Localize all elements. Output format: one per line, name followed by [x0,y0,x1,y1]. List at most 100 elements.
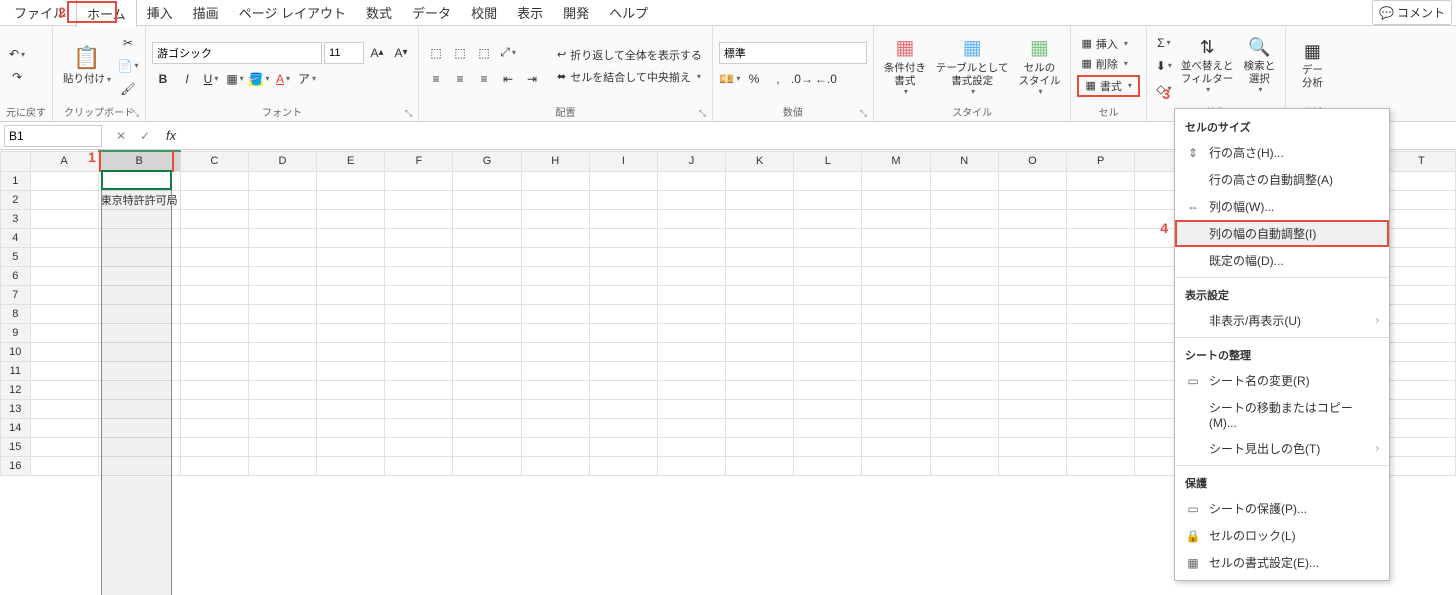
row-height-item[interactable]: ⇕行の高さ(H)... [1175,139,1389,166]
rename-sheet-item[interactable]: ▭シート名の変更(R) [1175,367,1389,394]
merge-center-button[interactable]: ⬌セルを結合して中央揃え [553,68,706,86]
italic-button[interactable]: I [176,68,198,90]
menu-insert[interactable]: 挿入 [137,0,183,26]
menu-review[interactable]: 校閲 [461,0,507,26]
col-f[interactable]: F [385,151,453,171]
col-c[interactable]: C [180,151,248,171]
row-6[interactable]: 6 [1,266,31,285]
delete-cells-button[interactable]: ▦削除 [1077,55,1139,73]
col-o[interactable]: O [998,151,1066,171]
col-d[interactable]: D [248,151,316,171]
increase-font-button[interactable]: A▴ [366,42,388,64]
select-all-corner[interactable] [1,151,31,171]
percent-button[interactable]: % [743,68,765,90]
align-bottom-button[interactable]: ⬚ [473,42,495,64]
col-g[interactable]: G [453,151,521,171]
row-5[interactable]: 5 [1,247,31,266]
col-n[interactable]: N [930,151,998,171]
row-13[interactable]: 13 [1,399,31,418]
menu-home[interactable]: ホーム [76,0,137,27]
row-15[interactable]: 15 [1,437,31,456]
row-4[interactable]: 4 [1,228,31,247]
autofit-col-item[interactable]: 列の幅の自動調整(I) [1175,220,1389,247]
fill-button[interactable]: ⬇ [1153,55,1175,77]
row-11[interactable]: 11 [1,361,31,380]
row-12[interactable]: 12 [1,380,31,399]
align-center-button[interactable]: ≡ [449,68,471,90]
format-painter-button[interactable]: 🖌 [117,78,139,100]
row-10[interactable]: 10 [1,342,31,361]
border-button[interactable]: ▦ [224,68,246,90]
lock-cell-item[interactable]: 🔒セルのロック(L) [1175,522,1389,549]
font-size-input[interactable] [324,42,364,64]
row-2[interactable]: 2 [1,190,31,209]
row-1[interactable]: 1 [1,171,31,190]
cell-b2[interactable]: 東京特許許可局 [98,190,180,209]
undo-button[interactable]: ↶ [6,43,28,65]
fx-icon[interactable]: fx [160,128,182,143]
copy-button[interactable]: 📄 [117,55,139,77]
row-16[interactable]: 16 [1,456,31,475]
redo-button[interactable]: ↷ [6,66,28,88]
align-launcher-icon[interactable]: ⤡ [699,108,706,119]
col-i[interactable]: I [589,151,657,171]
conditional-format-button[interactable]: ▦ 条件付き 書式 [880,30,930,102]
format-table-button[interactable]: ▦ テーブルとして 書式設定 [932,30,1013,102]
cancel-formula-button[interactable]: ✕ [110,125,132,147]
col-h[interactable]: H [521,151,589,171]
name-box[interactable] [4,125,102,147]
increase-decimal-button[interactable]: .0→ [791,68,813,90]
col-m[interactable]: M [862,151,930,171]
align-right-button[interactable]: ≡ [473,68,495,90]
row-8[interactable]: 8 [1,304,31,323]
phonetic-button[interactable]: ア [296,68,318,90]
font-name-input[interactable] [152,42,322,64]
align-top-button[interactable]: ⬚ [425,42,447,64]
col-l[interactable]: L [794,151,862,171]
format-cells-button[interactable]: ▦書式 [1081,77,1135,95]
col-width-item[interactable]: ⇔列の幅(W)... [1175,193,1389,220]
align-middle-button[interactable]: ⬚ [449,42,471,64]
cell-styles-button[interactable]: ▦ セルの スタイル [1014,30,1064,102]
enter-formula-button[interactable]: ✓ [134,125,156,147]
number-launcher-icon[interactable]: ⤡ [860,108,867,119]
cell-format-item[interactable]: ▦セルの書式設定(E)... [1175,549,1389,576]
col-p[interactable]: P [1067,151,1135,171]
autofit-row-item[interactable]: 行の高さの自動調整(A) [1175,166,1389,193]
wrap-text-button[interactable]: ↩折り返して全体を表示する [553,46,706,64]
menu-draw[interactable]: 描画 [183,0,229,26]
orientation-button[interactable]: ⤢ [497,42,519,64]
col-t[interactable]: T [1387,151,1455,171]
tab-color-item[interactable]: シート見出しの色(T)› [1175,435,1389,462]
align-left-button[interactable]: ≡ [425,68,447,90]
find-select-button[interactable]: 🔍 検索と 選択 [1239,30,1279,102]
decrease-font-button[interactable]: A▾ [390,42,412,64]
indent-decrease-button[interactable]: ⇤ [497,68,519,90]
col-e[interactable]: E [317,151,385,171]
row-9[interactable]: 9 [1,323,31,342]
fill-color-button[interactable]: 🪣 [248,68,270,90]
move-copy-item[interactable]: シートの移動またはコピー(M)... [1175,394,1389,435]
underline-button[interactable]: U [200,68,222,90]
row-7[interactable]: 7 [1,285,31,304]
number-format-select[interactable] [719,42,867,64]
menu-dev[interactable]: 開発 [553,0,599,26]
paste-button[interactable]: 📋 貼り付け [59,30,115,102]
decrease-decimal-button[interactable]: ←.0 [815,68,837,90]
row-14[interactable]: 14 [1,418,31,437]
insert-cells-button[interactable]: ▦挿入 [1077,35,1139,53]
menu-help[interactable]: ヘルプ [599,0,658,26]
menu-formulas[interactable]: 数式 [356,0,402,26]
default-width-item[interactable]: 既定の幅(D)... [1175,247,1389,274]
comma-button[interactable]: , [767,68,789,90]
hide-show-item[interactable]: 非表示/再表示(U)› [1175,307,1389,334]
col-b[interactable]: B [98,151,180,171]
autosum-button[interactable]: Σ [1153,32,1175,54]
clipboard-launcher-icon[interactable]: ⤡ [132,108,139,119]
menu-data[interactable]: データ [402,0,461,26]
data-analysis-button[interactable]: ▦ デー 分析 [1292,30,1332,102]
indent-increase-button[interactable]: ⇥ [521,68,543,90]
font-color-button[interactable]: A [272,68,294,90]
menu-layout[interactable]: ページ レイアウト [229,0,356,26]
cut-button[interactable]: ✂ [117,32,139,54]
